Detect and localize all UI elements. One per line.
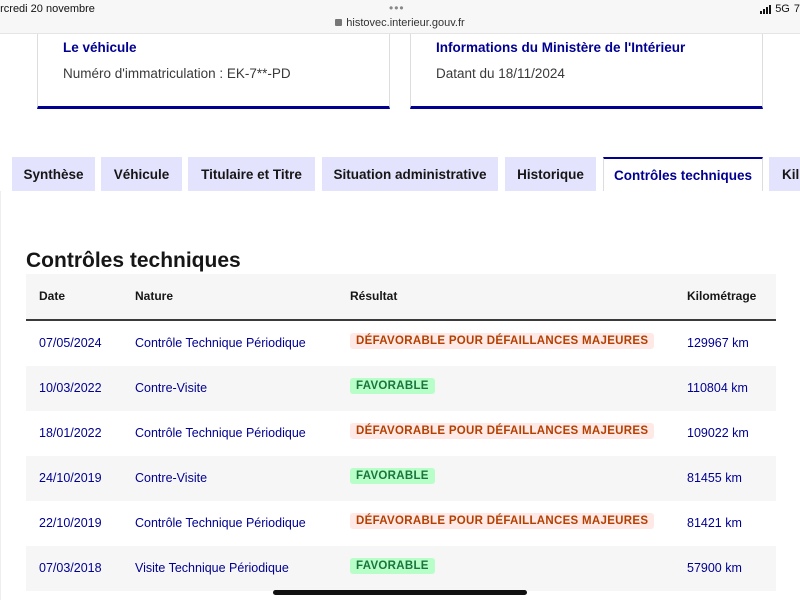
inspections-table: Date Nature Résultat Kilométrage 07/05/2… bbox=[26, 274, 776, 600]
tab-panel: Contrôles techniques Date Nature Résulta… bbox=[0, 191, 800, 600]
status-date: ercredi 20 novembre bbox=[0, 3, 95, 15]
row-nature: Visite Technique Périodique bbox=[135, 561, 289, 575]
more-options-icon[interactable]: ••• bbox=[389, 1, 405, 15]
tab-titulaire[interactable]: Titulaire et Titre bbox=[188, 157, 315, 191]
vehicle-card: Le véhicule Numéro d'immatriculation : E… bbox=[37, 34, 390, 109]
header-nature: Nature bbox=[135, 289, 174, 303]
home-indicator[interactable] bbox=[273, 590, 527, 595]
header-result: Résultat bbox=[350, 289, 398, 303]
row-km: 109022 km bbox=[687, 426, 749, 440]
row-date: 10/03/2022 bbox=[39, 381, 102, 395]
row-date: 22/10/2019 bbox=[39, 516, 102, 530]
lock-icon bbox=[335, 19, 343, 26]
table-row: 24/10/2019 Contre-Visite FAVORABLE 81455… bbox=[26, 456, 776, 501]
table-header: Date Nature Résultat Kilométrage bbox=[26, 274, 776, 321]
row-date: 24/10/2019 bbox=[39, 471, 102, 485]
row-km: 57900 km bbox=[687, 561, 742, 575]
tab-vehicule[interactable]: Véhicule bbox=[101, 157, 182, 191]
table-row: 10/03/2022 Contre-Visite FAVORABLE 11080… bbox=[26, 366, 776, 411]
row-km: 129967 km bbox=[687, 336, 749, 350]
table-row: 18/01/2022 Contrôle Technique Périodique… bbox=[26, 411, 776, 456]
status-bar: ercredi 20 novembre ••• histovec.interie… bbox=[0, 0, 800, 34]
tab-historique[interactable]: Historique bbox=[505, 157, 596, 191]
row-date: 07/03/2018 bbox=[39, 561, 102, 575]
tab-bar: Synthèse Véhicule Titulaire et Titre Sit… bbox=[0, 157, 800, 192]
row-date: 07/05/2024 bbox=[39, 336, 102, 350]
address-bar[interactable]: histovec.interieur.gouv.fr bbox=[0, 17, 800, 29]
data-date: Datant du 18/11/2024 bbox=[436, 66, 565, 81]
row-km: 81421 km bbox=[687, 516, 742, 530]
row-nature: Contre-Visite bbox=[135, 381, 208, 395]
section-title: Contrôles techniques bbox=[26, 249, 241, 272]
registration-number: Numéro d'immatriculation : EK-7**-PD bbox=[63, 66, 291, 81]
row-nature: Contre-Visite bbox=[135, 471, 208, 485]
row-nature: Contrôle Technique Périodique bbox=[135, 426, 306, 440]
result-badge: FAVORABLE bbox=[350, 558, 435, 574]
row-date: 18/01/2022 bbox=[39, 426, 102, 440]
table-row: 07/03/2018 Visite Technique Périodique F… bbox=[26, 546, 776, 591]
row-nature: Contrôle Technique Périodique bbox=[135, 336, 306, 350]
network-label: 5G bbox=[775, 3, 790, 15]
info-cards: Le véhicule Numéro d'immatriculation : E… bbox=[0, 34, 800, 110]
row-km: 110804 km bbox=[687, 381, 748, 395]
table-row: 07/05/2024 Contrôle Technique Périodique… bbox=[26, 321, 776, 366]
result-badge: DÉFAVORABLE POUR DÉFAILLANCES MAJEURES bbox=[350, 333, 655, 349]
tab-synthese[interactable]: Synthèse bbox=[12, 157, 95, 191]
tab-controles-techniques[interactable]: Contrôles techniques bbox=[603, 157, 763, 192]
ministry-card: Informations du Ministère de l'Intérieur… bbox=[410, 34, 763, 109]
table-row: 22/10/2019 Contrôle Technique Périodique… bbox=[26, 501, 776, 546]
header-date: Date bbox=[39, 289, 66, 303]
battery-label: 7 bbox=[793, 3, 800, 15]
signal-icon bbox=[760, 4, 772, 14]
header-km: Kilométrage bbox=[687, 289, 757, 303]
result-badge: FAVORABLE bbox=[350, 468, 435, 484]
result-badge: DÉFAVORABLE POUR DÉFAILLANCES MAJEURES bbox=[350, 513, 655, 529]
url-text: histovec.interieur.gouv.fr bbox=[346, 17, 465, 29]
row-km: 81455 km bbox=[687, 471, 742, 485]
vehicle-card-title: Le véhicule bbox=[63, 40, 137, 55]
ministry-card-title: Informations du Ministère de l'Intérieur bbox=[436, 40, 686, 55]
row-nature: Contrôle Technique Périodique bbox=[135, 516, 306, 530]
status-indicators: 5G 7 bbox=[760, 3, 800, 15]
result-badge: FAVORABLE bbox=[350, 378, 435, 394]
tab-situation-administrative[interactable]: Situation administrative bbox=[322, 157, 498, 191]
result-badge: DÉFAVORABLE POUR DÉFAILLANCES MAJEURES bbox=[350, 423, 655, 439]
tab-kilometrage[interactable]: Kil bbox=[769, 157, 800, 191]
